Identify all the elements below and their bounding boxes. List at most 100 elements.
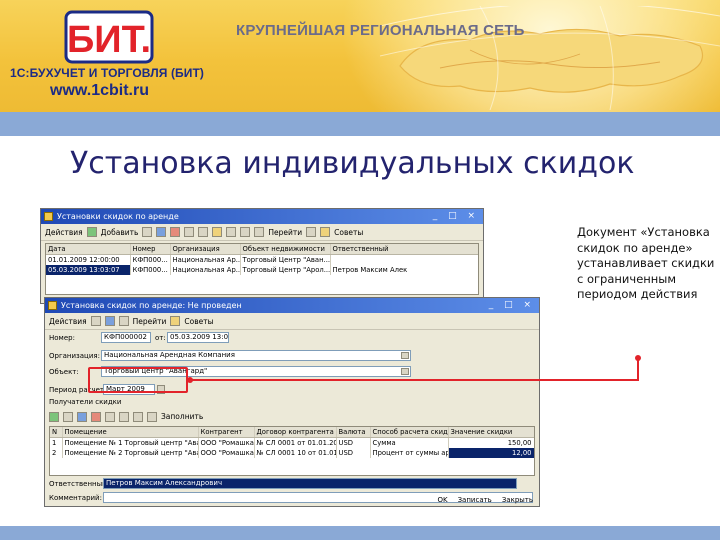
filter-icon[interactable]: [212, 227, 223, 237]
cell-responsible: [330, 254, 478, 265]
recipients-table: N Помещение Контрагент Договор контраген…: [50, 427, 534, 458]
print-icon[interactable]: [118, 316, 129, 326]
cell-value: 150,00: [448, 437, 534, 448]
structure-icon[interactable]: [254, 227, 265, 237]
recipients-label: Получатели скидки: [49, 398, 122, 406]
ok-button[interactable]: OK: [437, 496, 447, 504]
delete-row-icon[interactable]: [91, 411, 101, 422]
col-value[interactable]: Значение скидки: [448, 427, 534, 438]
bit-logo-icon: БИТ.: [64, 10, 154, 64]
cell-currency: USD: [336, 448, 371, 458]
date-field[interactable]: 05.03.2009 13:03:07: [167, 332, 229, 343]
cell-responsible: Петров Максим Алек: [330, 265, 478, 275]
help-icon[interactable]: [320, 227, 331, 237]
cell-org: Национальная Ар...: [170, 265, 241, 275]
recipients-header-row: N Помещение Контрагент Договор контраген…: [50, 427, 534, 438]
col-currency[interactable]: Валюта: [336, 427, 371, 438]
list-table: Дата Номер Организация Объект недвижимос…: [46, 244, 478, 275]
sort-desc-icon[interactable]: [147, 411, 157, 422]
save-icon[interactable]: [90, 316, 101, 326]
document-window[interactable]: Установка скидок по аренде: Не проведен …: [44, 297, 540, 507]
list-window-titlebar[interactable]: Установки скидок по аренде _ □ ×: [41, 209, 483, 224]
col-contract[interactable]: Договор контрагента: [254, 427, 337, 438]
dialog-buttons: OK Записать Закрыть: [437, 496, 533, 504]
close-button[interactable]: Закрыть: [502, 496, 533, 504]
add-icon[interactable]: [86, 227, 97, 237]
actions-menu[interactable]: Действия: [49, 317, 87, 326]
fill-button[interactable]: Заполнить: [161, 412, 203, 421]
refresh-icon[interactable]: [198, 227, 209, 237]
col-counterparty[interactable]: Контрагент: [198, 427, 255, 438]
goto-menu[interactable]: Перейти: [133, 317, 167, 326]
report-icon[interactable]: [306, 227, 317, 237]
add-button[interactable]: Добавить: [101, 228, 139, 237]
cell-method: Сумма: [370, 437, 449, 448]
actions-menu[interactable]: Действия: [45, 228, 83, 237]
list-window-title: Установки скидок по аренде: [57, 212, 179, 221]
select-icon[interactable]: [401, 352, 409, 359]
responsible-field[interactable]: Петров Максим Александрович: [103, 478, 517, 489]
table-row[interactable]: 1 Помещение № 1 Торговый центр "Авангард…: [50, 437, 534, 448]
select-icon[interactable]: [401, 368, 409, 375]
object-label: Объект:: [49, 368, 79, 376]
window-icon: [44, 212, 53, 221]
document-window-titlebar[interactable]: Установка скидок по аренде: Не проведен …: [45, 298, 539, 313]
move-down-icon[interactable]: [119, 411, 129, 422]
document-form: Номер: КФП000002 от: 05.03.2009 13:03:07…: [45, 330, 539, 506]
cell-currency: USD: [336, 437, 371, 448]
org-field[interactable]: Национальная Арендная Компания: [101, 350, 411, 361]
sort-asc-icon[interactable]: [133, 411, 143, 422]
col-object[interactable]: Объект недвижимости: [240, 244, 331, 255]
cell-premises: Помещение № 2 Торговый центр "Авангард": [62, 448, 199, 458]
window-icon: [48, 301, 57, 310]
cell-premises: Помещение № 1 Торговый центр "Авангард": [62, 437, 199, 448]
sort-icon[interactable]: [240, 227, 251, 237]
cell-n: 2: [50, 448, 63, 458]
col-premises[interactable]: Помещение: [62, 427, 199, 438]
logo-text: БИТ.: [67, 19, 151, 61]
recipients-grid[interactable]: N Помещение Контрагент Договор контраген…: [49, 426, 535, 476]
number-field[interactable]: КФП000002: [101, 332, 151, 343]
col-method[interactable]: Способ расчета скидки ...: [370, 427, 449, 438]
cell-counterparty: ООО "Ромашка": [198, 437, 255, 448]
col-n[interactable]: N: [50, 427, 63, 438]
edit-icon[interactable]: [156, 227, 167, 237]
cell-contract: № СЛ 0001 от 01.01.20...: [254, 437, 337, 448]
delete-icon[interactable]: [170, 227, 181, 237]
col-number[interactable]: Номер: [130, 244, 171, 255]
window-controls[interactable]: _ □ ×: [489, 298, 535, 313]
table-row[interactable]: 2 Помещение № 2 Торговый центр "Авангард…: [50, 448, 534, 458]
edit-row-icon[interactable]: [77, 411, 87, 422]
help-button[interactable]: Советы: [184, 317, 213, 326]
copy-row-icon[interactable]: [63, 411, 73, 422]
cell-value: 12,00: [448, 448, 534, 458]
post-icon[interactable]: [104, 316, 115, 326]
save-button[interactable]: Записать: [458, 496, 492, 504]
slide: БИТ. 1С:БУХУЧЕТ И ТОРГОВЛЯ (БИТ) www.1cb…: [0, 0, 720, 540]
post-icon[interactable]: [184, 227, 195, 237]
slogan: КРУПНЕЙШАЯ РЕГИОНАЛЬНАЯ СЕТЬ: [236, 22, 525, 39]
help-button[interactable]: Советы: [334, 228, 363, 237]
col-date[interactable]: Дата: [46, 244, 131, 255]
move-up-icon[interactable]: [105, 411, 115, 422]
goto-menu[interactable]: Перейти: [268, 228, 302, 237]
list-header-row: Дата Номер Организация Объект недвижимос…: [46, 244, 478, 255]
list-window[interactable]: Установки скидок по аренде _ □ × Действи…: [40, 208, 484, 304]
col-responsible[interactable]: Ответственный: [330, 244, 478, 255]
col-org[interactable]: Организация: [170, 244, 241, 255]
table-row[interactable]: 05.03.2009 13:03:07 КФП000... Национальн…: [46, 265, 478, 275]
responsible-label: Ответственный:: [49, 480, 110, 488]
brand-url[interactable]: www.1cbit.ru: [50, 82, 149, 100]
window-controls[interactable]: _ □ ×: [433, 209, 479, 224]
cell-number: КФП000...: [130, 265, 171, 275]
cell-date: 05.03.2009 13:03:07: [46, 265, 131, 275]
list-grid[interactable]: Дата Номер Организация Объект недвижимос…: [45, 243, 479, 295]
copy-icon[interactable]: [142, 227, 153, 237]
number-label: Номер:: [49, 334, 75, 342]
help-icon[interactable]: [170, 316, 181, 326]
header-banner: БИТ. 1С:БУХУЧЕТ И ТОРГОВЛЯ (БИТ) www.1cb…: [0, 0, 720, 112]
table-row[interactable]: 01.01.2009 12:00:00 КФП000... Национальн…: [46, 254, 478, 265]
filter-off-icon[interactable]: [226, 227, 237, 237]
add-row-icon[interactable]: [49, 411, 59, 422]
list-toolbar: Действия Добавить Перейти Советы: [41, 224, 483, 241]
